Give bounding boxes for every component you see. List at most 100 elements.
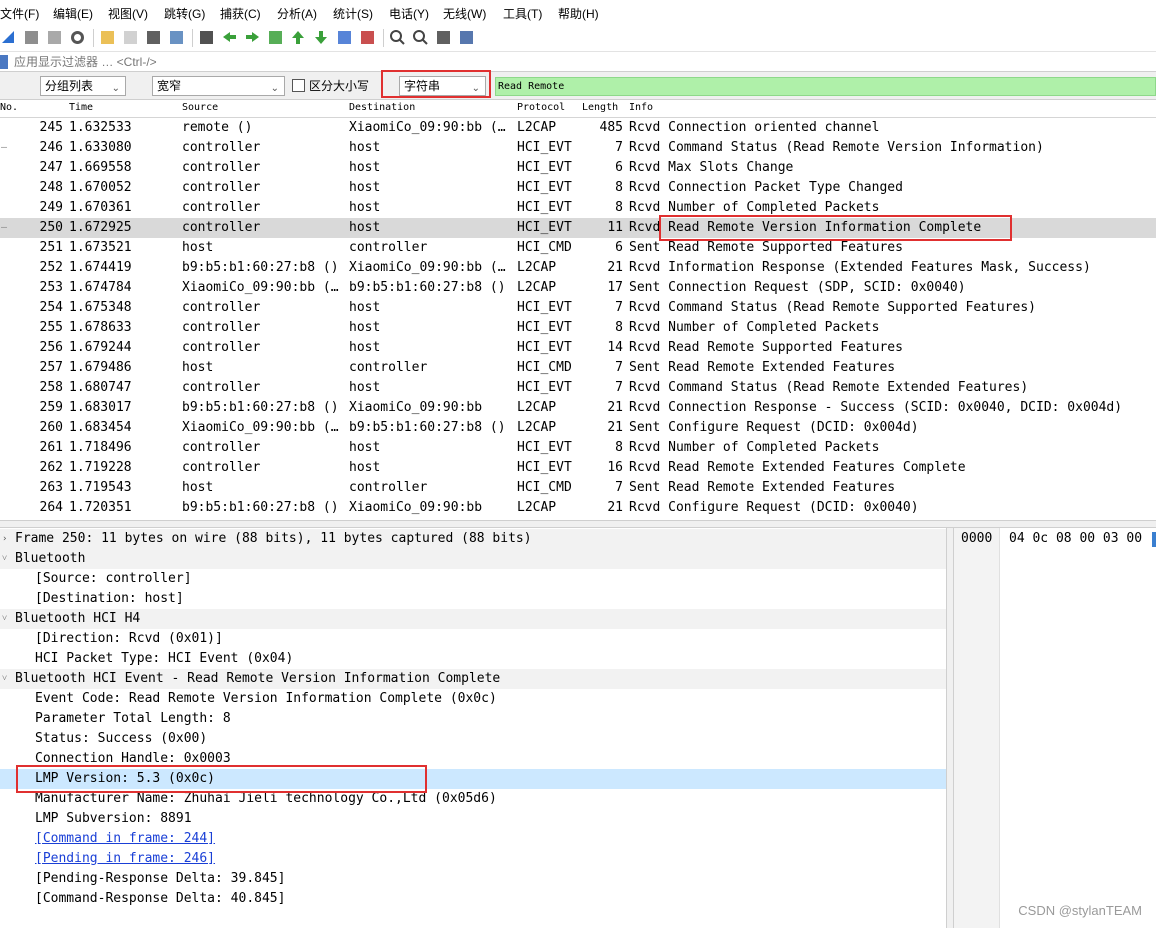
packet-cell-src: XiaomiCo_09:90:bb (… xyxy=(182,420,339,435)
options-gear-icon[interactable] xyxy=(69,29,86,46)
details-field-row[interactable]: [Pending in frame: 246] xyxy=(0,849,946,869)
open-folder-icon[interactable] xyxy=(99,29,116,46)
last-packet-icon[interactable] xyxy=(313,29,330,46)
shark-fin-start-icon[interactable] xyxy=(0,29,17,46)
details-field-row[interactable]: Connection Handle: 0x0003 xyxy=(0,749,946,769)
find-packet-icon[interactable] xyxy=(198,29,215,46)
menu-item-8[interactable]: 无线(W) xyxy=(443,5,495,22)
details-field-row[interactable]: Manufacturer Name: Zhuhai Jieli technolo… xyxy=(0,789,946,809)
packet-cell-src: host xyxy=(182,480,214,495)
frame-link[interactable]: [Pending in frame: 246] xyxy=(35,849,215,869)
details-section-row[interactable]: › Frame 250: 11 bytes on wire (88 bits), … xyxy=(0,529,946,549)
details-field-row[interactable]: [Command-Response Delta: 40.845] xyxy=(0,889,946,909)
go-to-packet-icon[interactable] xyxy=(267,29,284,46)
packet-row[interactable]: 254 1.675348 controller host HCI_EVT 7 Rcvd Co… xyxy=(0,298,1156,318)
expand-arrow-icon[interactable]: › xyxy=(2,529,7,549)
menu-item-3[interactable]: 跳转(G) xyxy=(164,5,214,22)
menu-item-4[interactable]: 捕获(C) xyxy=(220,5,270,22)
pane-splitter-horizontal[interactable] xyxy=(0,520,1156,528)
hex-bytes[interactable]: 04 0c 08 00 03 00 xyxy=(1009,529,1142,549)
column-header-destination[interactable]: Destination xyxy=(349,102,415,113)
packet-cell-info: Sent Configure Request (DCID: 0x004d) xyxy=(629,420,919,435)
close-file-icon[interactable] xyxy=(145,29,162,46)
packet-row[interactable]: 261 1.718496 controller host HCI_EVT 8 Rcvd Nu… xyxy=(0,438,1156,458)
packet-row[interactable]: 263 1.719543 host controller HCI_CMD 7 Sent Re… xyxy=(0,478,1156,498)
packet-row[interactable]: 259 1.683017 b9:b5:b1:60:27:b8 () XiaomiCo_… xyxy=(0,398,1156,418)
pane-splitter-vertical[interactable] xyxy=(946,528,954,928)
column-header-length[interactable]: Length xyxy=(582,102,618,113)
packet-row[interactable]: 249 1.670361 controller host HCI_EVT 8 Rcvd Nu… xyxy=(0,198,1156,218)
details-field-row[interactable]: LMP Subversion: 8891 xyxy=(0,809,946,829)
details-field-row[interactable]: [Destination: host] xyxy=(0,589,946,609)
zoom-in-icon[interactable] xyxy=(389,29,406,46)
go-back-icon[interactable] xyxy=(221,29,238,46)
packet-row[interactable]: 256 1.679244 controller host HCI_EVT 14 Rcvd R… xyxy=(0,338,1156,358)
packet-cell-dst: XiaomiCo_09:90:bb (… xyxy=(349,120,506,135)
column-header-source[interactable]: Source xyxy=(182,102,218,113)
details-field-row[interactable]: [Direction: Rcvd (0x01)] xyxy=(0,629,946,649)
display-filter-input[interactable]: 应用显示过滤器 … <Ctrl-/> xyxy=(14,53,157,70)
details-field-row[interactable]: [Pending-Response Delta: 39.845] xyxy=(0,869,946,889)
packet-row[interactable]: 264 1.720351 b9:b5:b1:60:27:b8 () XiaomiCo_… xyxy=(0,498,1156,518)
go-forward-icon[interactable] xyxy=(244,29,261,46)
menu-item-9[interactable]: 工具(T) xyxy=(503,5,551,22)
column-header-protocol[interactable]: Protocol xyxy=(517,102,565,113)
packet-row[interactable]: 251 1.673521 host controller HCI_CMD 6 Sent Re… xyxy=(0,238,1156,258)
packet-row[interactable]: 262 1.719228 controller host HCI_EVT 16 Rcvd R… xyxy=(0,458,1156,478)
packet-row[interactable]: —246 1.633080 controller host HCI_EVT 7 Rcvd C… xyxy=(0,138,1156,158)
collapse-arrow-icon[interactable]: ˅ xyxy=(2,669,7,689)
menu-item-1[interactable]: 编辑(E) xyxy=(53,5,102,22)
bookmark-filter-icon[interactable] xyxy=(0,54,8,69)
packet-row[interactable]: 257 1.679486 host controller HCI_CMD 7 Sent Re… xyxy=(0,358,1156,378)
details-section-row[interactable]: ˅ Bluetooth xyxy=(0,549,946,569)
menu-item-10[interactable]: 帮助(H) xyxy=(558,5,608,22)
first-packet-icon[interactable] xyxy=(290,29,307,46)
packet-row[interactable]: 255 1.678633 controller host HCI_EVT 8 Rcvd Nu… xyxy=(0,318,1156,338)
packet-row[interactable]: 245 1.632533 remote () XiaomiCo_09:90:bb (…… xyxy=(0,118,1156,138)
column-header-time[interactable]: Time xyxy=(69,102,93,113)
char-width-select[interactable]: 宽窄 ⌄ xyxy=(152,76,285,96)
packet-row[interactable]: 260 1.683454 XiaomiCo_09:90:bb (… b9:b5:b1:… xyxy=(0,418,1156,438)
packet-row[interactable]: 248 1.670052 controller host HCI_EVT 8 Rcvd Co… xyxy=(0,178,1156,198)
menu-item-0[interactable]: 文件(F) xyxy=(0,5,48,22)
details-field-row[interactable]: [Source: controller] xyxy=(0,569,946,589)
case-sensitive-checkbox[interactable] xyxy=(292,79,305,92)
details-section-row[interactable]: ˅ Bluetooth HCI Event - Read Remote Versi… xyxy=(0,669,946,689)
details-field-row[interactable]: Event Code: Read Remote Version Informat… xyxy=(0,689,946,709)
menu-item-6[interactable]: 统计(S) xyxy=(333,5,382,22)
packet-cell-len: 7 xyxy=(615,300,623,315)
packet-row[interactable]: 253 1.674784 XiaomiCo_09:90:bb (… b9:b5:b1:… xyxy=(0,278,1156,298)
packet-row[interactable]: 252 1.674419 b9:b5:b1:60:27:b8 () XiaomiCo_… xyxy=(0,258,1156,278)
save-icon[interactable] xyxy=(122,29,139,46)
details-field-row[interactable]: HCI Packet Type: HCI Event (0x04) xyxy=(0,649,946,669)
frame-link[interactable]: [Command in frame: 244] xyxy=(35,829,215,849)
collapse-arrow-icon[interactable]: ˅ xyxy=(2,609,7,629)
resize-columns-icon[interactable] xyxy=(458,29,475,46)
packet-row[interactable]: 258 1.680747 controller host HCI_EVT 7 Rcvd Co… xyxy=(0,378,1156,398)
packet-row[interactable]: 247 1.669558 controller host HCI_EVT 6 Rcvd Ma… xyxy=(0,158,1156,178)
search-text-input[interactable]: Read Remote xyxy=(495,77,1156,96)
column-header-info[interactable]: Info xyxy=(629,102,653,113)
display-filter-bar[interactable]: 应用显示过滤器 … <Ctrl-/> xyxy=(0,52,1156,72)
reload-icon[interactable] xyxy=(168,29,185,46)
menu-item-5[interactable]: 分析(A) xyxy=(277,5,326,22)
search-in-select[interactable]: 分组列表 ⌄ xyxy=(40,76,126,96)
normal-size-icon[interactable] xyxy=(435,29,452,46)
packet-row[interactable]: —250 1.672925 controller host HCI_EVT 11 Rcvd … xyxy=(0,218,1156,238)
details-section-row[interactable]: ˅ Bluetooth HCI H4 xyxy=(0,609,946,629)
colorize-icon[interactable] xyxy=(359,29,376,46)
auto-scroll-icon[interactable] xyxy=(336,29,353,46)
details-field-row[interactable]: Status: Success (0x00) xyxy=(0,729,946,749)
restart-icon[interactable] xyxy=(46,29,63,46)
stop-icon[interactable] xyxy=(23,29,40,46)
zoom-out-icon[interactable] xyxy=(412,29,429,46)
menu-item-7[interactable]: 电话(Y) xyxy=(389,5,438,22)
details-field-row[interactable]: Parameter Total Length: 8 xyxy=(0,709,946,729)
collapse-arrow-icon[interactable]: ˅ xyxy=(2,549,7,569)
details-field-row[interactable]: LMP Version: 5.3 (0x0c) xyxy=(0,769,946,789)
main-toolbar xyxy=(0,24,1156,52)
menu-item-2[interactable]: 视图(V) xyxy=(108,5,157,22)
column-header-no[interactable]: No. xyxy=(0,102,18,113)
details-field-row[interactable]: [Command in frame: 244] xyxy=(0,829,946,849)
search-type-select[interactable]: 字符串 ⌄ xyxy=(399,76,486,96)
